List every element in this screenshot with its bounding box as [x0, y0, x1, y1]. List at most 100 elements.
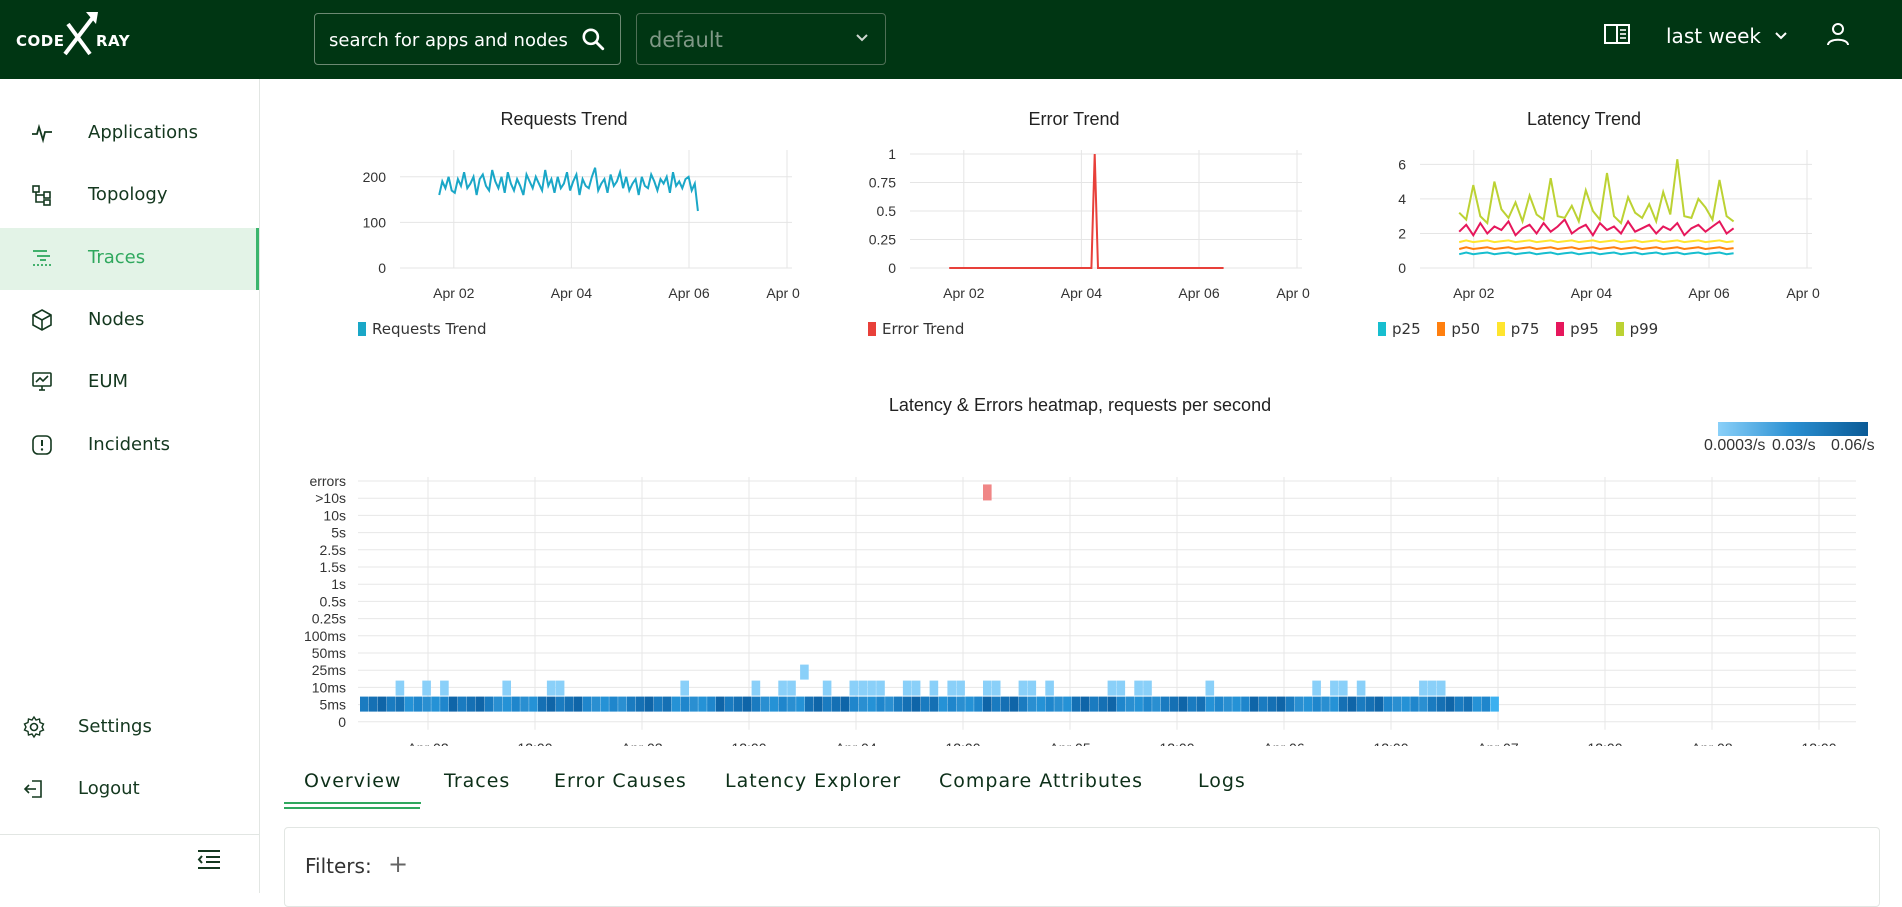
legend-label: p99 — [1629, 320, 1659, 338]
heatmap-cell — [1196, 696, 1206, 712]
heatmap-cell — [546, 680, 556, 696]
heatmap-cell — [466, 696, 476, 712]
heatmap-cell — [1187, 696, 1197, 712]
heatmap-cell — [894, 696, 903, 712]
legend-label: p50 — [1451, 320, 1480, 338]
heatmap-cell — [1169, 696, 1179, 712]
heatmap-cell — [1214, 696, 1223, 712]
sidebar-item-label: Nodes — [88, 309, 145, 330]
legend-label: Error Trend — [882, 320, 965, 338]
heatmap-cell — [1098, 696, 1108, 712]
legend-item[interactable]: p25 — [1378, 320, 1421, 338]
heatmap-cell — [929, 680, 939, 696]
sidebar-item-topology[interactable]: Topology — [0, 165, 259, 227]
chart-legend: Error Trend — [868, 320, 976, 338]
legend-swatch — [1556, 322, 1565, 336]
heatmap-cell — [1134, 680, 1143, 696]
heatmap-cell — [974, 696, 983, 712]
sidebar-item-eum[interactable]: EUM — [0, 352, 259, 414]
heatmap-cell — [885, 696, 894, 712]
heatmap-cell — [475, 696, 485, 712]
add-filter-button[interactable]: + — [388, 850, 408, 878]
heatmap-cell — [956, 680, 965, 696]
legend-item[interactable]: p75 — [1496, 320, 1539, 338]
heatmap-scale-label: 0.0003/s — [1704, 437, 1766, 454]
heatmap-cell — [1018, 696, 1028, 712]
heatmap-cell — [1107, 680, 1117, 696]
legend-item[interactable]: Error Trend — [868, 320, 964, 338]
series-line — [438, 167, 699, 212]
heatmap-cell — [1356, 696, 1366, 712]
chart-title: Error Trend — [1028, 109, 1120, 129]
heatmap-cell — [1454, 696, 1464, 712]
legend-swatch — [868, 322, 876, 336]
y-tick-label: >10s — [315, 490, 346, 506]
y-tick-label: 100ms — [304, 628, 346, 644]
y-tick-label: 5s — [331, 525, 346, 541]
legend-label: p95 — [1570, 320, 1599, 338]
user-icon[interactable] — [1824, 20, 1852, 48]
period-select[interactable]: last week — [1666, 24, 1761, 48]
y-tick-label: 0.75 — [869, 175, 896, 191]
heatmap-cell — [1481, 696, 1490, 712]
heatmap-cell — [564, 696, 574, 712]
y-tick-label: 100 — [363, 214, 387, 230]
y-tick-label: 2 — [1398, 225, 1406, 241]
series-line — [1458, 239, 1734, 244]
heatmap-cell — [413, 696, 422, 712]
x-tick-label: Apr 08 — [1786, 285, 1820, 301]
chart-legend: Requests Trend — [358, 320, 499, 338]
heatmap-cell — [1436, 696, 1446, 712]
heatmap-cell — [555, 680, 565, 696]
legend-item[interactable]: p99 — [1615, 320, 1659, 338]
heatmap-cell — [671, 696, 681, 712]
heatmap-cell — [1276, 696, 1286, 712]
heatmap-cell — [947, 696, 956, 712]
tab-logs[interactable]: Logs — [1198, 770, 1246, 792]
search-placeholder: search for apps and nodes — [329, 30, 568, 51]
chevron-down-icon[interactable] — [1774, 31, 1788, 41]
heatmap-cell — [1445, 696, 1455, 712]
y-tick-label: 0 — [338, 714, 346, 730]
sidebar-item-applications[interactable]: Applications — [0, 103, 259, 165]
heatmap-cell — [1339, 680, 1348, 696]
y-tick-label: errors — [309, 473, 346, 489]
heatmap-cell — [1312, 696, 1321, 712]
y-tick-label: 10s — [323, 507, 346, 523]
heatmap-cell — [1490, 696, 1499, 712]
project-select[interactable]: default — [636, 13, 886, 65]
sidebar-item-traces[interactable]: Traces — [0, 228, 259, 290]
heatmap-cell — [1267, 696, 1277, 712]
sidebar-item-label: Applications — [88, 122, 198, 143]
legend-item[interactable]: p95 — [1556, 320, 1599, 338]
heatmap-cell — [858, 696, 867, 712]
tab-compare-attributes[interactable]: Compare Attributes — [939, 770, 1143, 792]
sidebar-item-nodes[interactable]: Nodes — [0, 290, 259, 352]
x-tick-label: Apr 04 — [835, 740, 876, 746]
tab-overview[interactable]: Overview — [284, 770, 422, 804]
heatmap-cell — [395, 696, 405, 712]
legend-item[interactable]: Requests Trend — [358, 320, 487, 338]
heatmap-cell — [1018, 680, 1028, 696]
heatmap-cell — [1356, 680, 1366, 696]
sidebar-item-incidents[interactable]: Incidents — [0, 415, 259, 477]
heatmap-cell — [1383, 696, 1393, 712]
codexray-logo[interactable]: CODE RAY — [16, 10, 130, 70]
heatmap-cell — [1000, 696, 1010, 712]
sidebar-item-logout[interactable]: Logout — [0, 759, 259, 821]
heatmap-cell — [929, 696, 939, 712]
heatmap-cell — [1419, 696, 1428, 712]
legend-item[interactable]: p50 — [1437, 320, 1480, 338]
heatmap-cell — [1054, 696, 1063, 712]
collapse-menu-icon[interactable] — [196, 847, 222, 871]
sidebar-item-settings[interactable]: Settings — [0, 697, 259, 759]
x-tick-label: Apr 06 — [668, 285, 709, 301]
y-tick-label: 6 — [1398, 156, 1406, 172]
book-open-icon[interactable] — [1603, 22, 1631, 46]
sidebar-item-label: Topology — [88, 184, 168, 205]
tab-error-causes[interactable]: Error Causes — [554, 770, 687, 792]
tab-latency-explorer[interactable]: Latency Explorer — [725, 770, 901, 792]
search-icon[interactable] — [580, 26, 606, 52]
search-input[interactable]: search for apps and nodes — [314, 13, 621, 65]
tab-traces[interactable]: Traces — [444, 770, 510, 792]
